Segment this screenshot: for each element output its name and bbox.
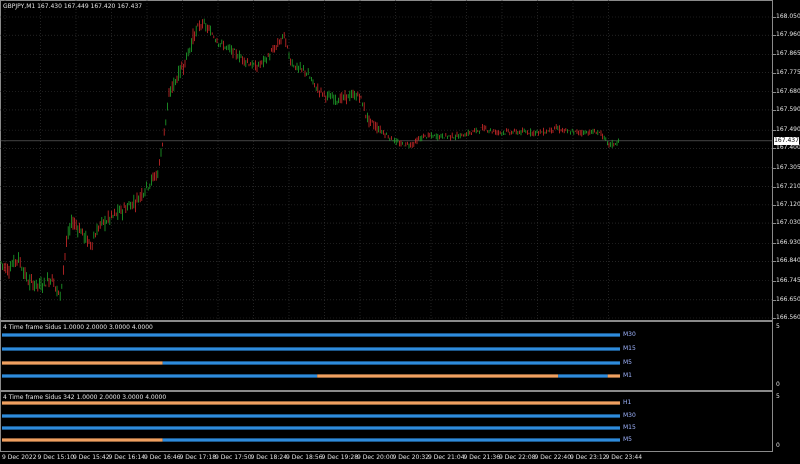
indicator2-axis-top: 5 [776,393,780,400]
main-chart[interactable] [0,0,773,321]
timeframe-label-h1: H1 [623,399,632,406]
time-tick-label: 9 Dec 15:42 [73,454,110,461]
timeframe-label-m5: M5 [623,359,632,366]
time-tick-label: 9 Dec 16:46 [144,454,181,461]
time-tick-label: 9 Dec 22:40 [534,454,572,461]
indicator1-header: 4 Time frame Sidus 1.0000 2.0000 3.0000 … [3,324,153,331]
time-tick-label: 9 Dec 15:10 [37,454,75,461]
price-tick-label: 167.590 [776,105,800,113]
time-axis: 9 Dec 2022 9 Dec 15:10 9 Dec 15:42 9 Dec 16… [0,452,773,464]
indicator2-axis: 5 0 [773,391,800,452]
time-tick-label: 9 Dec 17:18 [179,454,217,461]
timeframe-label-m1: M1 [623,372,632,379]
price-tick-label: 167.210 [776,182,800,190]
price-tick-label: 166.930 [776,239,800,247]
indicator1-axis: 5 0 [773,321,800,391]
indicator2-axis-bottom: 0 [776,442,780,449]
timeframe-label-m5: M5 [623,436,632,443]
time-tick-label: 9 Dec 22:08 [499,454,536,461]
price-tick-label: 168.050 [776,13,800,20]
time-tick-label: 9 Dec 20:00 [357,454,394,461]
price-candles[interactable] [0,0,773,321]
indicator2-header: 4 Time frame Sidus 342 1.0000 2.0000 3.0… [3,394,167,401]
time-tick-label: 9 Dec 17:50 [215,454,252,461]
price-tick-label: 167.120 [776,200,800,208]
time-tick-label: 9 Dec 18:24 [250,454,288,461]
time-tick-label: 9 Dec 18:56 [286,454,323,461]
candle-group [0,18,619,301]
time-tick-label: 9 Dec 23:44 [605,454,643,461]
price-tick-label: 167.305 [776,163,800,171]
time-tick-label: 9 Dec 23:12 [570,454,607,461]
price-tick-label: 167.775 [776,68,800,76]
price-axis: 168.050 167.960 167.865 167.775 167.680 167.5… [773,0,800,321]
price-tick-label: 167.680 [776,87,800,95]
price-tick-label: 166.560 [776,314,800,321]
price-tick-label: 166.650 [776,295,800,303]
timeframe-label-m30: M30 [623,331,636,338]
price-tick-label: 166.745 [776,276,800,284]
indicator1-axis-top: 5 [776,323,780,330]
price-tick-label: 167.960 [776,31,800,39]
time-tick-label: 9 Dec 19:28 [321,454,359,461]
time-tick-label: 9 Dec 2022 [2,454,37,461]
time-tick-label: 9 Dec 21:04 [428,454,465,461]
timeframe-label-m15: M15 [623,345,636,352]
chart-symbol-header: GBPJPY,M1 167.430 167.449 167.420 167.43… [3,3,143,10]
price-tick-label: 167.030 [776,219,800,227]
indicator1-plot[interactable] [0,321,773,391]
timeframe-label-m30: M30 [623,412,636,419]
price-tick-label: 167.400 [776,144,800,152]
time-tick-label: 9 Dec 20:32 [392,454,430,461]
price-tick-label: 167.490 [776,126,800,134]
price-tick-label: 166.840 [776,257,800,265]
price-tick-label: 167.865 [776,50,800,58]
time-tick-label: 9 Dec 21:36 [463,454,501,461]
indicator1-axis-bottom: 0 [776,381,780,388]
current-price-label: 167.437 [774,136,799,145]
timeframe-label-m15: M15 [623,424,636,431]
time-tick-label: 9 Dec 16:14 [108,454,146,461]
